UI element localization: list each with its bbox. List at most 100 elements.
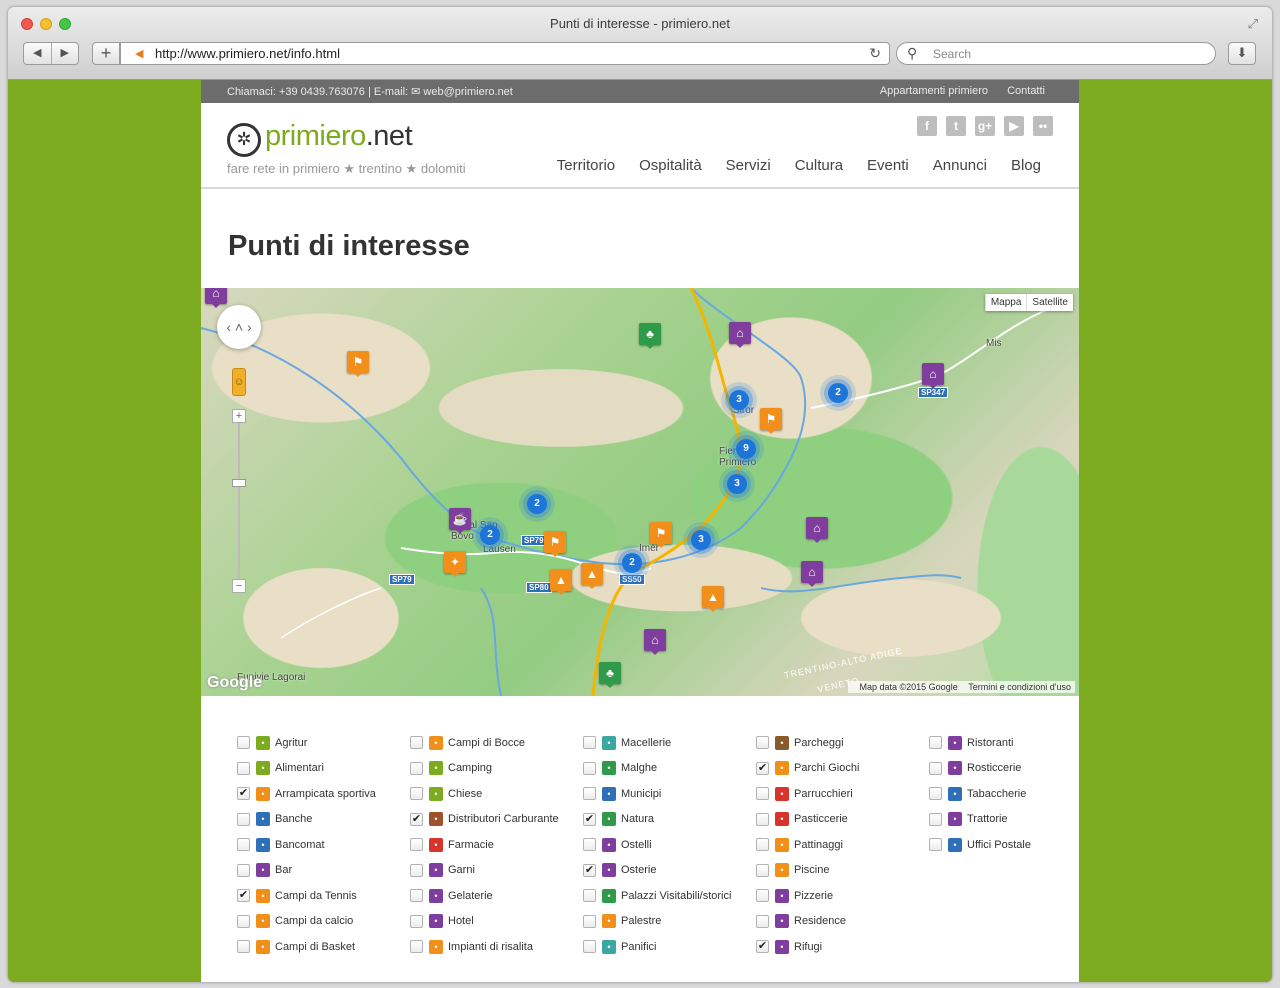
link-appartamenti[interactable]: Appartamenti primiero <box>880 85 988 97</box>
category-item[interactable]: ✔ • Arrampicata sportiva <box>237 781 409 807</box>
category-item[interactable]: • Bar <box>237 858 409 884</box>
category-item[interactable]: • Pizzerie <box>756 883 928 909</box>
category-checkbox[interactable] <box>756 838 769 852</box>
category-item[interactable]: • Municipi <box>583 781 755 807</box>
flickr-icon[interactable]: •• <box>1033 116 1053 136</box>
category-checkbox[interactable]: ✔ <box>237 787 250 801</box>
category-item[interactable]: • Parrucchieri <box>756 781 928 807</box>
category-item[interactable]: • Agritur <box>237 730 409 756</box>
rifugio-marker-icon[interactable]: ⌂ <box>801 561 823 587</box>
category-item[interactable]: • Pattinaggi <box>756 832 928 858</box>
category-checkbox[interactable] <box>756 889 769 903</box>
category-item[interactable]: • Rosticcerie <box>929 756 1101 782</box>
tennis-marker-icon[interactable]: ✦ <box>444 551 466 577</box>
marker-cluster[interactable]: 2 <box>828 383 848 403</box>
category-checkbox[interactable] <box>237 914 250 928</box>
zoom-in-button[interactable]: + <box>232 409 246 423</box>
rifugio-marker-icon[interactable]: ⌂ <box>644 629 666 655</box>
arrampicata-marker-icon[interactable]: ▲ <box>581 563 603 589</box>
category-checkbox[interactable] <box>237 761 250 775</box>
zoom-track[interactable] <box>238 423 240 579</box>
map-type-satellite[interactable]: Satellite <box>1026 294 1073 311</box>
osteria-marker-icon[interactable]: ☕ <box>449 508 471 534</box>
category-item[interactable]: • Tabaccherie <box>929 781 1101 807</box>
category-checkbox[interactable] <box>929 787 942 801</box>
category-checkbox[interactable] <box>583 838 596 852</box>
new-tab-button[interactable]: + <box>92 42 120 65</box>
fullscreen-icon[interactable]: ⤢ <box>1248 16 1258 32</box>
rifugio-marker-icon[interactable]: ⌂ <box>806 517 828 543</box>
category-item[interactable]: ✔ • Natura <box>583 807 755 833</box>
category-checkbox[interactable] <box>756 736 769 750</box>
pan-control[interactable]: ‹ ˄ › <box>217 305 261 349</box>
category-checkbox[interactable] <box>929 736 942 750</box>
category-checkbox[interactable] <box>410 736 423 750</box>
arrampicata-marker-icon[interactable]: ▲ <box>550 569 572 595</box>
street-view-pegman-icon[interactable]: ☺ <box>232 368 246 396</box>
logo-gecko-icon[interactable]: ✲ <box>227 123 261 157</box>
zoom-slider-thumb[interactable] <box>232 479 246 487</box>
category-checkbox[interactable] <box>756 787 769 801</box>
category-checkbox[interactable] <box>929 838 942 852</box>
category-item[interactable]: ✔ • Distributori Carburante <box>410 807 582 833</box>
forward-button[interactable]: ▶ <box>52 43 79 64</box>
category-checkbox[interactable] <box>583 889 596 903</box>
category-item[interactable]: • Ristoranti <box>929 730 1101 756</box>
category-item[interactable]: • Uffici Postale <box>929 832 1101 858</box>
category-checkbox[interactable] <box>237 940 250 954</box>
category-item[interactable]: • Trattorie <box>929 807 1101 833</box>
category-item[interactable]: • Campi di Basket <box>237 934 409 960</box>
category-checkbox[interactable]: ✔ <box>583 812 596 826</box>
category-item[interactable]: • Gelaterie <box>410 883 582 909</box>
search-input[interactable]: ⚲ Search <box>896 42 1216 65</box>
category-checkbox[interactable] <box>410 940 423 954</box>
link-contatti[interactable]: Contatti <box>1007 85 1045 97</box>
category-item[interactable]: ✔ • Osterie <box>583 858 755 884</box>
category-item[interactable]: • Piscine <box>756 858 928 884</box>
category-item[interactable]: ✔ • Campi da Tennis <box>237 883 409 909</box>
category-checkbox[interactable] <box>756 914 769 928</box>
category-checkbox[interactable] <box>410 914 423 928</box>
category-item[interactable]: • Pasticcerie <box>756 807 928 833</box>
category-item[interactable]: ✔ • Parchi Giochi <box>756 756 928 782</box>
address-bar[interactable]: ◀ http://www.primiero.net/info.html ↻ <box>120 42 890 65</box>
category-checkbox[interactable] <box>756 863 769 877</box>
category-item[interactable]: • Palestre <box>583 909 755 935</box>
category-item[interactable]: • Chiese <box>410 781 582 807</box>
category-item[interactable]: • Bancomat <box>237 832 409 858</box>
downloads-button[interactable]: ⬇ <box>1228 42 1256 65</box>
site-logo[interactable]: primiero.net <box>265 120 413 153</box>
category-checkbox[interactable] <box>410 787 423 801</box>
category-checkbox[interactable] <box>237 812 250 826</box>
category-checkbox[interactable] <box>929 812 942 826</box>
parco-giochi-marker-icon[interactable]: ⚑ <box>347 351 369 377</box>
rifugio-marker-icon[interactable]: ⌂ <box>729 322 751 348</box>
nav-servizi[interactable]: Servizi <box>726 157 771 174</box>
category-checkbox[interactable] <box>410 761 423 775</box>
rifugio-marker-icon[interactable]: ⌂ <box>922 363 944 389</box>
nav-blog[interactable]: Blog <box>1011 157 1041 174</box>
twitter-icon[interactable]: t <box>946 116 966 136</box>
category-item[interactable]: • Campi da calcio <box>237 909 409 935</box>
nav-eventi[interactable]: Eventi <box>867 157 909 174</box>
url-text[interactable]: http://www.primiero.net/info.html <box>155 46 340 61</box>
map-type-mappa[interactable]: Mappa <box>984 294 1027 311</box>
facebook-icon[interactable]: f <box>917 116 937 136</box>
map[interactable]: Mappa Satellite ‹ ˄ › ☺ + − Mis Siror Fi… <box>201 288 1079 696</box>
google-logo[interactable]: Google <box>207 674 262 692</box>
category-item[interactable]: • Palazzi Visitabili/storici <box>583 883 755 909</box>
arrampicata-marker-icon[interactable]: ▲ <box>702 586 724 612</box>
zoom-out-button[interactable]: − <box>232 579 246 593</box>
marker-cluster[interactable]: 3 <box>729 390 749 410</box>
category-checkbox[interactable]: ✔ <box>237 889 250 903</box>
category-checkbox[interactable] <box>583 761 596 775</box>
category-item[interactable]: • Residence <box>756 909 928 935</box>
category-checkbox[interactable] <box>410 889 423 903</box>
category-item[interactable]: • Alimentari <box>237 756 409 782</box>
category-checkbox[interactable]: ✔ <box>583 863 596 877</box>
category-item[interactable]: • Ostelli <box>583 832 755 858</box>
marker-cluster[interactable]: 3 <box>727 474 747 494</box>
category-checkbox[interactable]: ✔ <box>410 812 423 826</box>
category-item[interactable]: ✔ • Rifugi <box>756 934 928 960</box>
category-item[interactable]: • Banche <box>237 807 409 833</box>
